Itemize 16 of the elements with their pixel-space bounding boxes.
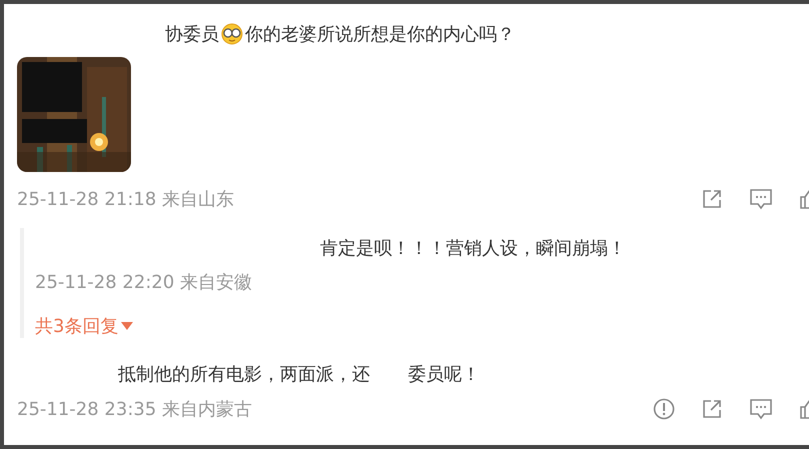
- caret-icon: [121, 322, 134, 330]
- comment-text: 抵制他的所有电影，两面派，还: [118, 363, 370, 387]
- share-icon[interactable]: [701, 188, 723, 210]
- comment-text: 你的老婆所说所想是你的内心吗？: [245, 23, 515, 46]
- report-icon[interactable]: [653, 398, 675, 420]
- share-icon[interactable]: [701, 398, 723, 420]
- comment-icon[interactable]: [749, 398, 773, 420]
- comment-text: 协委员: [165, 23, 219, 46]
- more-replies-link[interactable]: 共3条回复: [35, 314, 134, 338]
- reply-meta: 25-11-28 22:20 来自安徽: [35, 271, 254, 294]
- glasses-emoji-icon: [221, 23, 243, 45]
- comment-meta: 25-11-28 23:35 来自内蒙古: [17, 398, 252, 421]
- comment-meta: 25-11-28 21:18 来自山东: [17, 188, 234, 211]
- reply-text: 肯定是呗！！！营销人设，瞬间崩塌！: [319, 237, 627, 260]
- comment-icon[interactable]: [749, 188, 773, 210]
- comment-text: 委员呢！: [408, 363, 480, 387]
